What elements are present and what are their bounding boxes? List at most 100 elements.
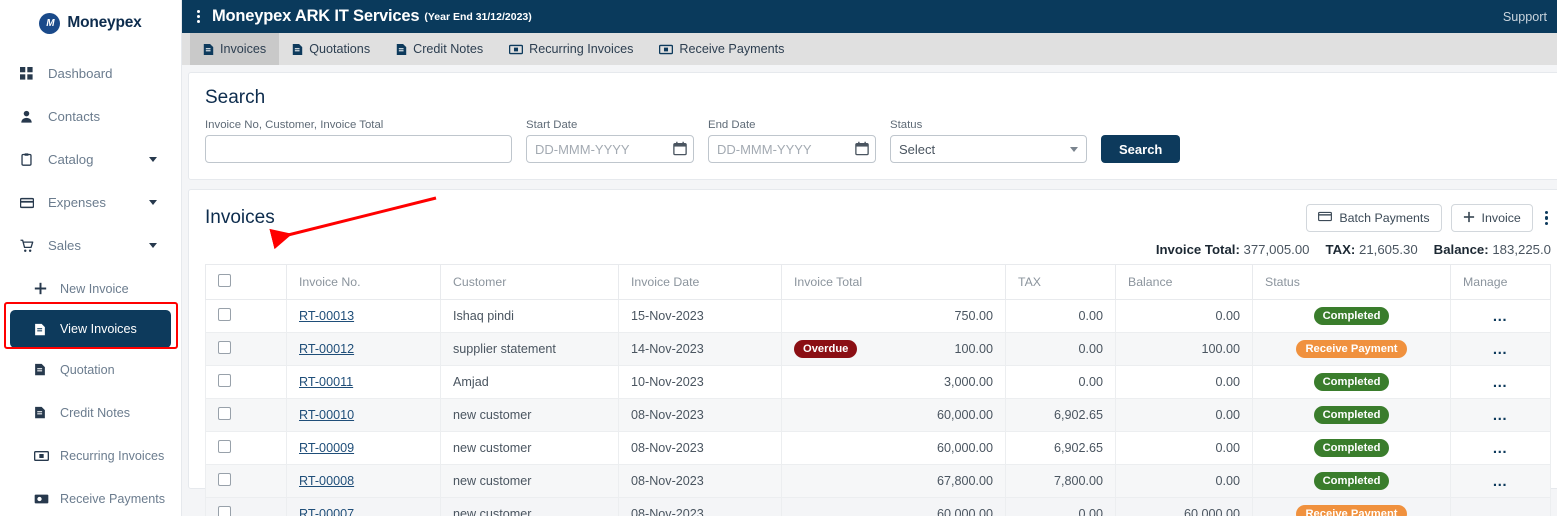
page-title: Invoices bbox=[205, 207, 275, 228]
col-status[interactable]: Status bbox=[1252, 264, 1451, 300]
invoice-link[interactable]: RT-00010 bbox=[299, 408, 354, 422]
col-invoice-no[interactable]: Invoice No. bbox=[286, 264, 441, 300]
topbar: Moneypex ARK IT Services (Year End 31/12… bbox=[182, 0, 1557, 33]
row-checkbox[interactable] bbox=[218, 407, 231, 420]
tab-recurring-invoices[interactable]: Recurring Invoices bbox=[496, 33, 646, 65]
sidebar-item-recurring-invoices[interactable]: Recurring Invoices bbox=[0, 434, 181, 477]
table-row[interactable]: RT-00012 supplier statement 14-Nov-2023 Ove… bbox=[205, 332, 1551, 366]
row-checkbox[interactable] bbox=[218, 308, 231, 321]
col-customer[interactable]: Customer bbox=[440, 264, 619, 300]
select-all-checkbox[interactable] bbox=[218, 274, 231, 287]
cell-manage: … bbox=[1450, 431, 1551, 465]
invoices-table-body: RT-00013 Ishaq pindi 15-Nov-2023 750.00 0.00… bbox=[205, 299, 1551, 516]
status-select[interactable]: Select bbox=[890, 135, 1087, 163]
sidebar-item-sales[interactable]: Sales bbox=[0, 224, 181, 267]
sidebar-item-credit-notes[interactable]: Credit Notes bbox=[0, 391, 181, 434]
row-checkbox[interactable] bbox=[218, 374, 231, 387]
col-balance[interactable]: Balance bbox=[1115, 264, 1253, 300]
col-invoice-total[interactable]: Invoice Total bbox=[781, 264, 1006, 300]
col-manage[interactable]: Manage bbox=[1450, 264, 1551, 300]
support-link[interactable]: Support bbox=[1503, 10, 1547, 24]
tab-label: Receive Payments bbox=[679, 42, 785, 56]
calendar-icon[interactable] bbox=[855, 141, 869, 161]
row-checkbox[interactable] bbox=[218, 473, 231, 486]
kebab-vertical-icon[interactable] bbox=[1542, 210, 1551, 226]
col-invoice-date[interactable]: Invoice Date bbox=[618, 264, 782, 300]
table-header-row: Invoice No. Customer Invoice Date Invoic… bbox=[205, 264, 1551, 300]
ellipsis-icon[interactable]: … bbox=[1492, 440, 1509, 457]
ellipsis-icon[interactable]: … bbox=[1492, 506, 1509, 516]
balance-summary: Balance: 183,225.0 bbox=[1434, 242, 1551, 257]
ellipsis-icon[interactable]: … bbox=[1492, 407, 1509, 424]
sidebar-item-catalog[interactable]: Catalog bbox=[0, 138, 181, 181]
ellipsis-icon[interactable]: … bbox=[1492, 341, 1509, 358]
start-date-input[interactable] bbox=[526, 135, 694, 163]
table-row[interactable]: RT-00013 Ishaq pindi 15-Nov-2023 750.00 0.00… bbox=[205, 299, 1551, 333]
table-row[interactable]: RT-00011 Amjad 10-Nov-2023 3,000.00 0.00 0.00… bbox=[205, 365, 1551, 399]
search-button[interactable]: Search bbox=[1101, 135, 1181, 163]
invoices-panel: Invoices Batch Payments Invoice Invoice … bbox=[188, 189, 1557, 516]
search-input[interactable] bbox=[205, 135, 512, 163]
tab-credit-notes[interactable]: Credit Notes bbox=[383, 33, 496, 65]
tab-label: Invoices bbox=[220, 42, 267, 56]
grid-icon bbox=[20, 67, 40, 80]
row-checkbox[interactable] bbox=[218, 506, 231, 516]
table-row[interactable]: RT-00010 new customer 08-Nov-2023 60,000.00… bbox=[205, 398, 1551, 432]
invoice-link[interactable]: RT-00008 bbox=[299, 474, 354, 488]
year-end-label: (Year End 31/12/2023) bbox=[424, 10, 532, 23]
sidebar-item-new-invoice[interactable]: New Invoice bbox=[0, 267, 181, 310]
add-invoice-button[interactable]: Invoice bbox=[1450, 204, 1533, 232]
ellipsis-icon[interactable]: … bbox=[1492, 308, 1509, 325]
sidebar-item-receive-payments[interactable]: Receive Payments bbox=[0, 477, 181, 516]
row-checkbox[interactable] bbox=[218, 341, 231, 354]
row-checkbox[interactable] bbox=[218, 440, 231, 453]
kebab-vertical-icon[interactable] bbox=[190, 10, 206, 23]
logo-icon: M bbox=[39, 12, 61, 34]
brand[interactable]: M Moneypex bbox=[0, 6, 181, 40]
cell-invoice-total: 67,800.00 bbox=[781, 464, 1006, 498]
table-row[interactable]: RT-00009 new customer 08-Nov-2023 60,000.00… bbox=[205, 431, 1551, 465]
invoice-link[interactable]: RT-00011 bbox=[299, 375, 353, 389]
invoices-panel-head: Invoices Batch Payments Invoice bbox=[205, 204, 1551, 232]
status-badge: Completed bbox=[1313, 472, 1390, 490]
tab-invoices[interactable]: Invoices bbox=[190, 33, 280, 65]
tab-receive-payments[interactable]: Receive Payments bbox=[646, 33, 797, 65]
tab-quotations[interactable]: Quotations bbox=[279, 33, 383, 65]
start-date-group: Start Date bbox=[526, 119, 694, 163]
card-icon bbox=[1318, 211, 1333, 225]
cell-manage: … bbox=[1450, 398, 1551, 432]
cell-manage: … bbox=[1450, 365, 1551, 399]
invoice-link[interactable]: RT-00009 bbox=[299, 441, 354, 455]
table-row[interactable]: RT-00007 new customer 08-Nov-2023 60,000.00… bbox=[205, 497, 1551, 516]
cell-tax: 7,800.00 bbox=[1005, 464, 1116, 498]
sidebar-item-contacts[interactable]: Contacts bbox=[0, 95, 181, 138]
app-title: Moneypex ARK IT Services bbox=[212, 7, 420, 25]
cell-invoice-date: 08-Nov-2023 bbox=[618, 431, 782, 465]
ellipsis-icon[interactable]: … bbox=[1492, 473, 1509, 490]
add-invoice-label: Invoice bbox=[1481, 211, 1521, 225]
end-date-input[interactable] bbox=[708, 135, 876, 163]
search-form: Invoice No, Customer, Invoice Total Star… bbox=[205, 119, 1551, 163]
ellipsis-icon[interactable]: … bbox=[1492, 374, 1509, 391]
batch-payments-button[interactable]: Batch Payments bbox=[1306, 204, 1442, 232]
sidebar-item-label: Quotation bbox=[60, 362, 115, 377]
cell-invoice-no: RT-00011 bbox=[286, 365, 441, 399]
sidebar-nav: Dashboard Contacts Catalog Expenses Sale… bbox=[0, 52, 181, 516]
tabbar: Invoices Quotations Credit Notes Recurri… bbox=[182, 33, 1557, 65]
table-row[interactable]: RT-00008 new customer 08-Nov-2023 67,800.00… bbox=[205, 464, 1551, 498]
invoice-link[interactable]: RT-00007 bbox=[299, 507, 354, 516]
invoice-total-value: 60,000.00 bbox=[936, 507, 993, 516]
keyword-label: Invoice No, Customer, Invoice Total bbox=[205, 119, 384, 131]
sidebar-item-dashboard[interactable]: Dashboard bbox=[0, 52, 181, 95]
invoice-link[interactable]: RT-00012 bbox=[299, 342, 354, 356]
cell-tax: 0.00 bbox=[1005, 365, 1116, 399]
sidebar-item-view-invoices[interactable]: View Invoices bbox=[10, 310, 171, 348]
sidebar-item-expenses[interactable]: Expenses bbox=[0, 181, 181, 224]
sidebar-item-quotation[interactable]: Quotation bbox=[0, 348, 181, 391]
cell-invoice-no: RT-00013 bbox=[286, 299, 441, 333]
invoice-link[interactable]: RT-00013 bbox=[299, 309, 354, 323]
cell-invoice-date: 14-Nov-2023 bbox=[618, 332, 782, 366]
calendar-icon[interactable] bbox=[673, 141, 687, 161]
col-tax[interactable]: TAX bbox=[1005, 264, 1116, 300]
invoice-total-value: 750.00 bbox=[954, 309, 993, 323]
